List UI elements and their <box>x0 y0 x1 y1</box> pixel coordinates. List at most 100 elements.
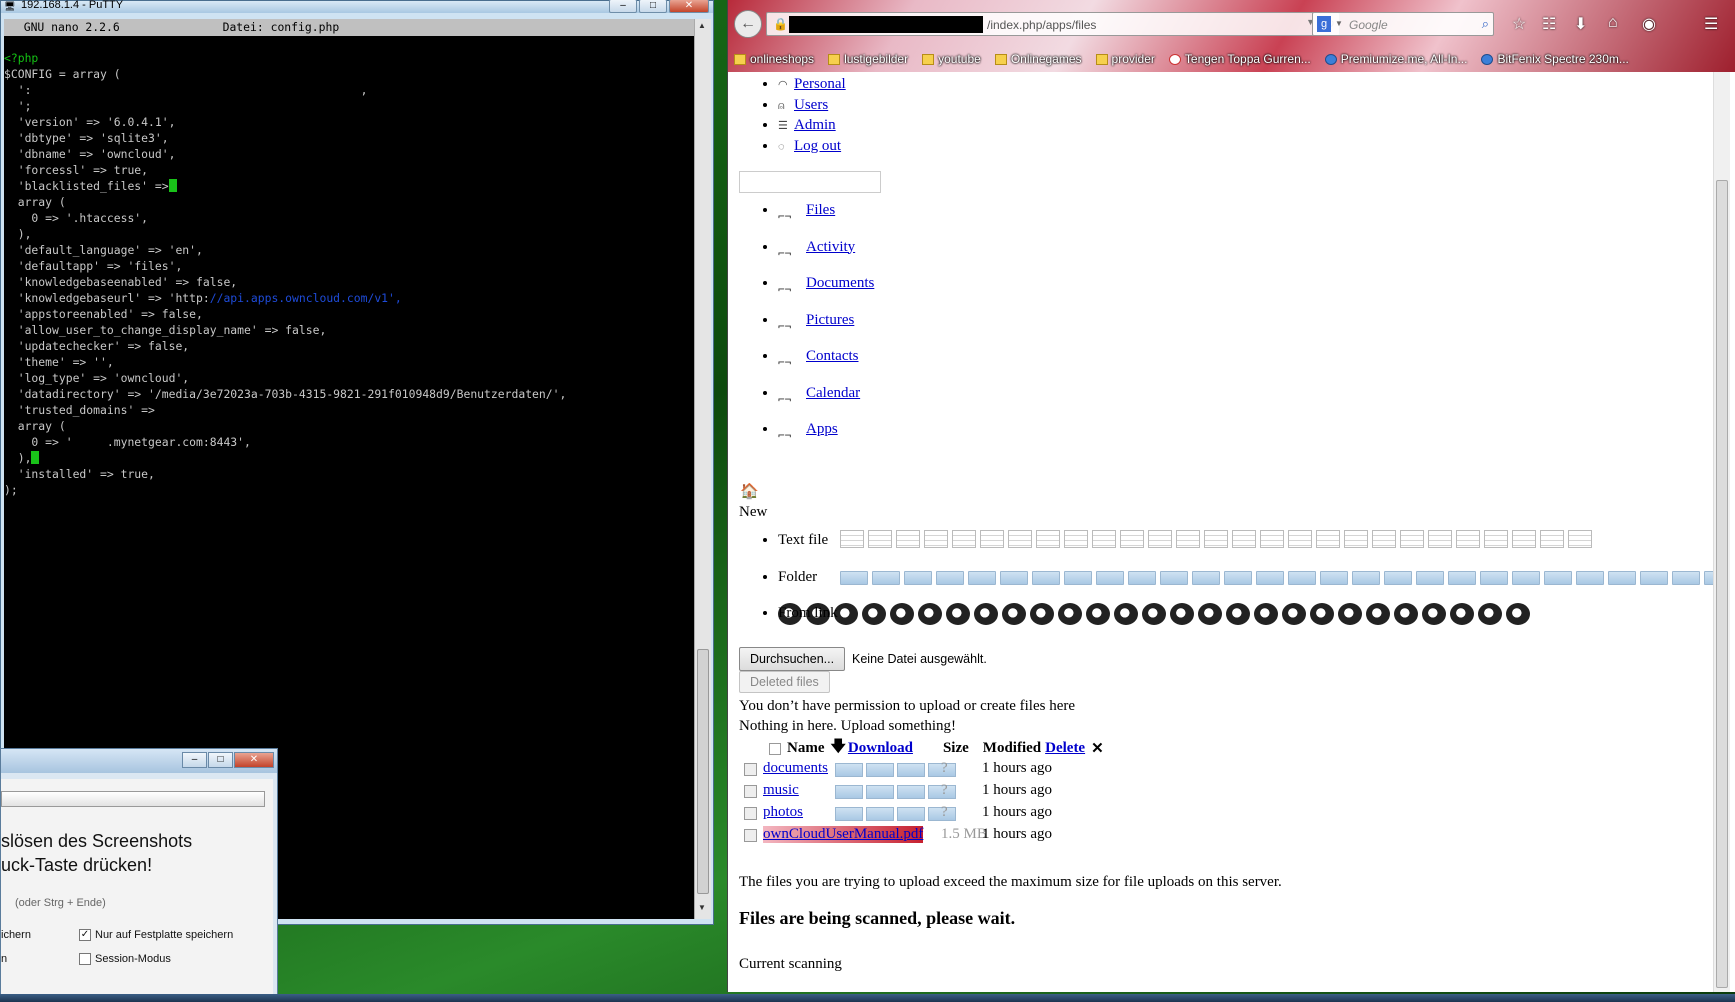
google-icon[interactable]: g <box>1317 16 1331 32</box>
bookmark-item[interactable]: Tengen Toppa Gurren... <box>1168 50 1311 68</box>
app-nav-link[interactable]: Calendar <box>806 385 860 401</box>
file-icon <box>1372 530 1396 548</box>
close-button[interactable]: ✕ <box>234 752 274 768</box>
scroll-thumb[interactable] <box>697 649 709 894</box>
new-menu-item[interactable]: Folder <box>778 569 1713 606</box>
site-icon <box>1168 53 1181 65</box>
app-nav-link[interactable]: Activity <box>806 239 855 255</box>
minimize-button[interactable]: – <box>182 752 207 768</box>
bookmark-item[interactable]: lustigebilder <box>828 50 908 68</box>
app-nav-link[interactable]: Contacts <box>806 348 859 364</box>
deleted-files-button[interactable]: Deleted files <box>739 671 830 693</box>
file-icon <box>868 530 892 548</box>
maximize-button[interactable]: □ <box>639 0 667 13</box>
file-name-link[interactable]: documents <box>763 760 828 777</box>
new-menu-item[interactable]: From link <box>778 603 1713 642</box>
new-menu-item[interactable]: Text file <box>778 530 1713 569</box>
adblock-icon[interactable]: ◉ <box>1642 14 1656 34</box>
file-name-link[interactable]: photos <box>763 804 803 821</box>
app-nav-link[interactable]: Documents <box>806 275 874 291</box>
folder-icon <box>968 570 996 585</box>
bookmark-item[interactable]: Premiumize.me, All-In... <box>1324 50 1467 68</box>
putty-title: 192.168.1.4 - PuTTY <box>21 0 124 11</box>
download-link[interactable]: Download <box>848 740 913 757</box>
code-line: 'allow_user_to_change_display_name' => f… <box>4 323 327 337</box>
back-button[interactable]: ← <box>734 10 762 38</box>
file-name-link[interactable]: ownCloudUserManual.pdf <box>763 826 924 843</box>
app-nav-link[interactable]: Files <box>806 202 835 218</box>
row-checkbox[interactable] <box>744 829 757 842</box>
app-nav-item: ⌐¬ Activity <box>778 237 874 274</box>
maximize-button[interactable]: □ <box>208 752 233 768</box>
scroll-down-icon[interactable]: ▼ <box>698 903 708 915</box>
code-line: '; <box>4 99 32 113</box>
browse-button[interactable]: Durchsuchen... <box>739 647 846 671</box>
col-name[interactable]: Name <box>787 740 825 757</box>
search-placeholder: Google <box>1349 18 1388 32</box>
lock-icon: 🔒 <box>773 17 788 31</box>
file-icon <box>1344 530 1368 548</box>
bookmarks-list-icon[interactable]: ☷ <box>1542 14 1556 34</box>
option-left-1[interactable]: ichern <box>1 929 31 941</box>
session-mode-checkbox[interactable] <box>79 953 91 965</box>
screenshot-tool-titlebar[interactable]: – □ ✕ <box>1 749 277 773</box>
col-modified[interactable]: Modified <box>983 740 1041 757</box>
app-nav-link[interactable]: Apps <box>806 421 838 437</box>
scroll-up-icon[interactable]: ▲ <box>698 21 708 33</box>
row-checkbox[interactable] <box>744 785 757 798</box>
file-name-link[interactable]: music <box>763 782 799 799</box>
bookmark-item[interactable]: provider <box>1095 50 1155 68</box>
bookmark-item[interactable]: BitFenix Spectre 230m... <box>1481 50 1629 68</box>
col-size[interactable]: Size <box>943 740 969 757</box>
home-button-icon[interactable]: ⌂ <box>1608 14 1618 32</box>
menu-icon[interactable]: ☰ <box>1704 14 1718 34</box>
settings-link[interactable]: Log out <box>794 138 841 154</box>
save-to-disk-option[interactable]: ✓ Nur auf Festplatte speichern <box>79 929 233 941</box>
folder-icon <box>1224 570 1252 585</box>
link-icon <box>918 603 942 625</box>
minimize-button[interactable]: – <box>609 0 637 13</box>
browser-toolbar: ← 🔒 /index.php/apps/files ▼ ↻ g ▼ Google… <box>728 0 1735 72</box>
link-icon <box>1198 603 1222 625</box>
app-nav-link[interactable]: Pictures <box>806 312 854 328</box>
terminal-scrollbar[interactable]: ▲ ▼ <box>694 19 711 919</box>
table-row[interactable]: documents? 1 hours ago <box>739 760 1339 782</box>
home-icon[interactable]: 🏠 <box>740 482 759 501</box>
redacted-host <box>789 16 983 33</box>
row-checkbox[interactable] <box>744 763 757 776</box>
close-button[interactable]: ✕ <box>669 0 709 13</box>
taskbar[interactable] <box>0 994 1735 1002</box>
table-row[interactable]: music? 1 hours ago <box>739 782 1339 804</box>
putty-titlebar[interactable]: 🖥 192.168.1.4 - PuTTY – □ ✕ <box>1 0 713 13</box>
search-engine-dropdown-icon[interactable]: ▼ <box>1335 19 1343 28</box>
save-to-disk-checkbox[interactable]: ✓ <box>79 929 91 941</box>
code-line: array ( <box>4 195 66 209</box>
files-search-input[interactable] <box>739 171 881 193</box>
bookmark-item[interactable]: onlineshops <box>734 50 814 68</box>
option-left-2[interactable]: n <box>1 953 7 965</box>
url-bar[interactable]: 🔒 /index.php/apps/files ▼ ↻ <box>766 12 1340 36</box>
bookmark-star-icon[interactable]: ☆ <box>1512 14 1526 34</box>
bookmark-item[interactable]: Onlinegames <box>994 50 1082 68</box>
search-icon[interactable]: ⌕ <box>1482 16 1489 32</box>
downloads-icon[interactable]: ⬇ <box>1574 14 1587 34</box>
page-scroll-thumb[interactable] <box>1716 180 1728 988</box>
link-icon <box>1114 603 1138 625</box>
file-icon <box>1260 530 1284 548</box>
link-icon <box>1338 603 1362 625</box>
table-row[interactable]: photos? 1 hours ago <box>739 804 1339 826</box>
delete-link[interactable]: Delete <box>1045 740 1085 757</box>
settings-link[interactable]: Users <box>794 97 828 113</box>
code-line: 'theme' => '', <box>4 355 114 369</box>
session-mode-option[interactable]: Session-Modus <box>79 953 171 965</box>
search-bar[interactable]: g ▼ Google ⌕ <box>1312 12 1494 36</box>
page-scrollbar[interactable] <box>1713 72 1730 992</box>
select-all-checkbox[interactable] <box>769 742 781 755</box>
table-row[interactable]: ownCloudUserManual.pdf 1.5 MB 1 hours ago <box>739 826 1339 848</box>
link-icon <box>1506 603 1530 625</box>
row-checkbox[interactable] <box>744 807 757 820</box>
settings-link[interactable]: Admin <box>794 117 836 133</box>
delete-icon[interactable]: ✕ <box>1091 739 1104 758</box>
bookmark-item[interactable]: youtube <box>922 50 981 68</box>
settings-link[interactable]: Personal <box>794 76 846 92</box>
